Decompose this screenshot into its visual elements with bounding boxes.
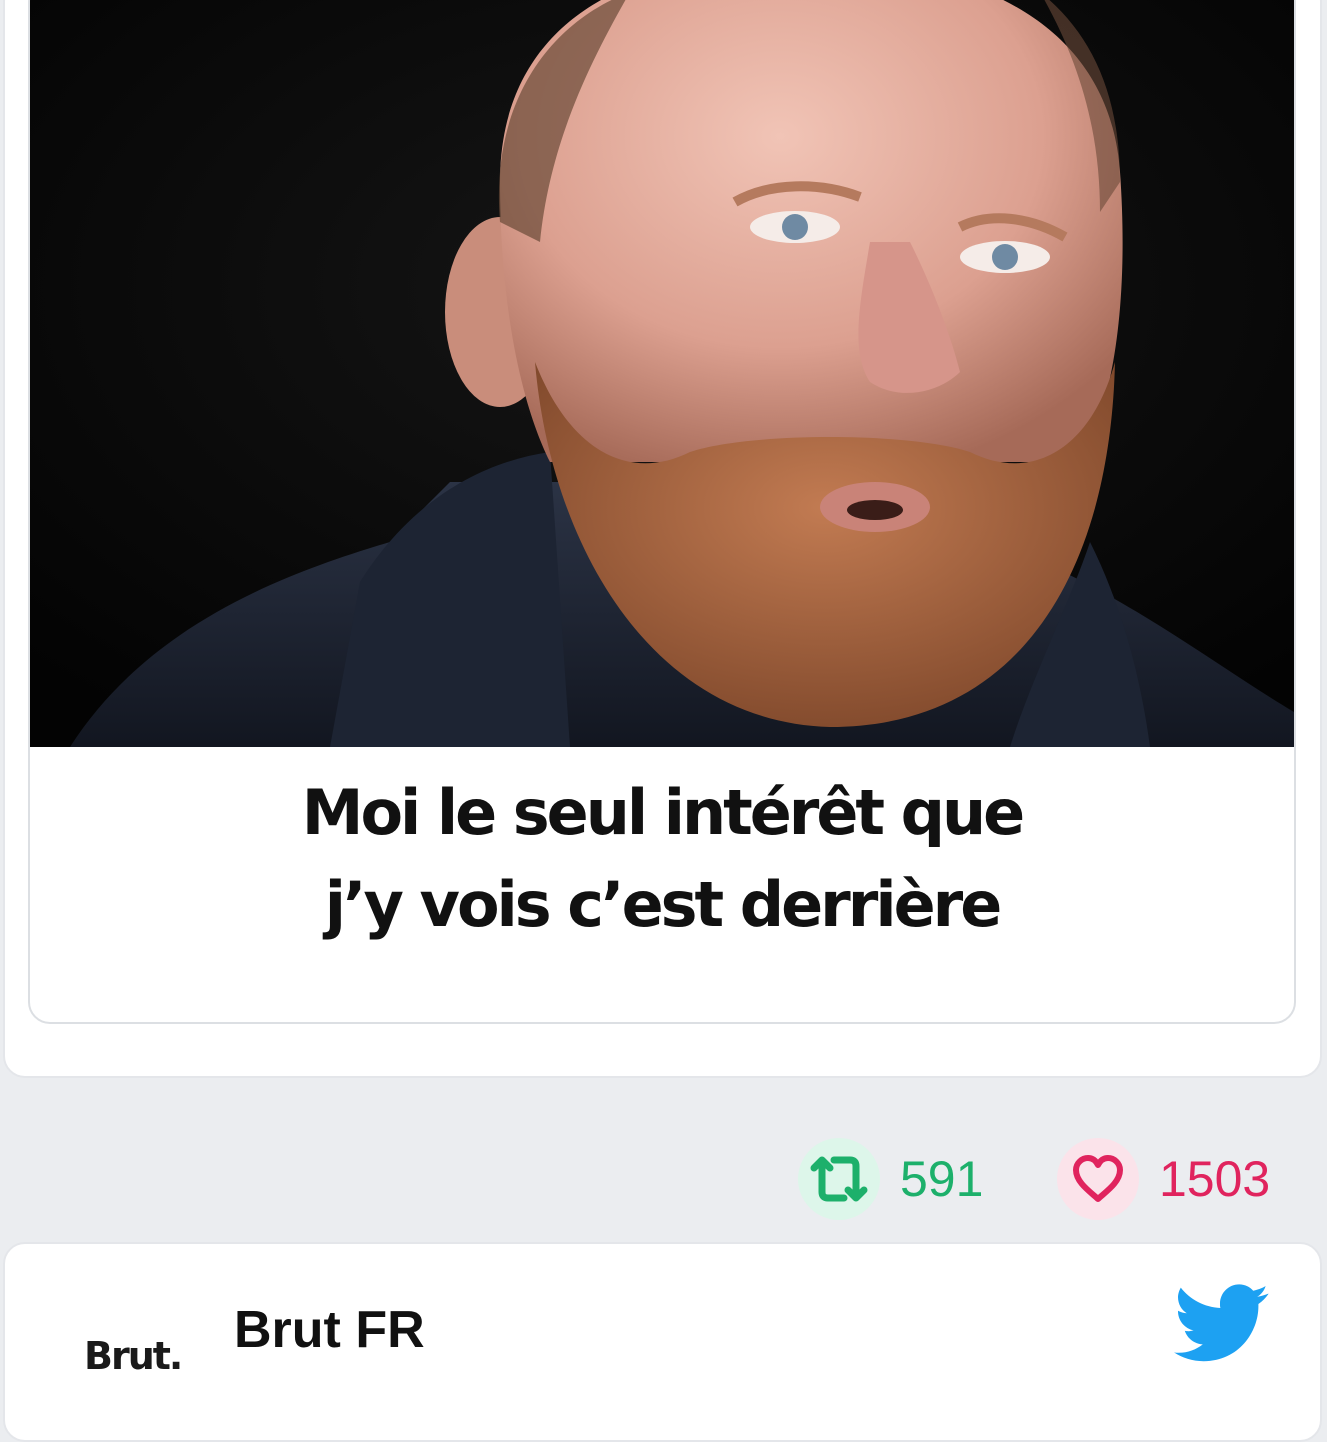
tweet-actions: 591 1503	[0, 1138, 1327, 1220]
author-name[interactable]: Brut FR	[234, 1300, 425, 1360]
retweet-icon[interactable]	[798, 1138, 880, 1220]
tweet-media[interactable]: Moi le seul intérêt que j’y vois c’est d…	[28, 0, 1296, 1024]
media-photo	[30, 0, 1294, 747]
like-button[interactable]: 1503	[1057, 1138, 1270, 1220]
avatar-logo-text: Brut.	[84, 1334, 183, 1378]
next-tweet-card	[3, 1242, 1322, 1442]
caption-line-1: Moi le seul intérêt que	[301, 776, 1025, 849]
like-count: 1503	[1159, 1151, 1271, 1207]
heart-icon[interactable]	[1057, 1138, 1139, 1220]
retweet-count: 591	[900, 1151, 984, 1207]
twitter-bird-icon[interactable]	[1172, 1284, 1272, 1369]
media-caption: Moi le seul intérêt que j’y vois c’est d…	[30, 767, 1294, 951]
avatar[interactable]: Brut.	[78, 1300, 198, 1390]
caption-line-2: j’y vois c’est derrière	[324, 868, 1003, 941]
retweet-button[interactable]: 591	[798, 1138, 983, 1220]
